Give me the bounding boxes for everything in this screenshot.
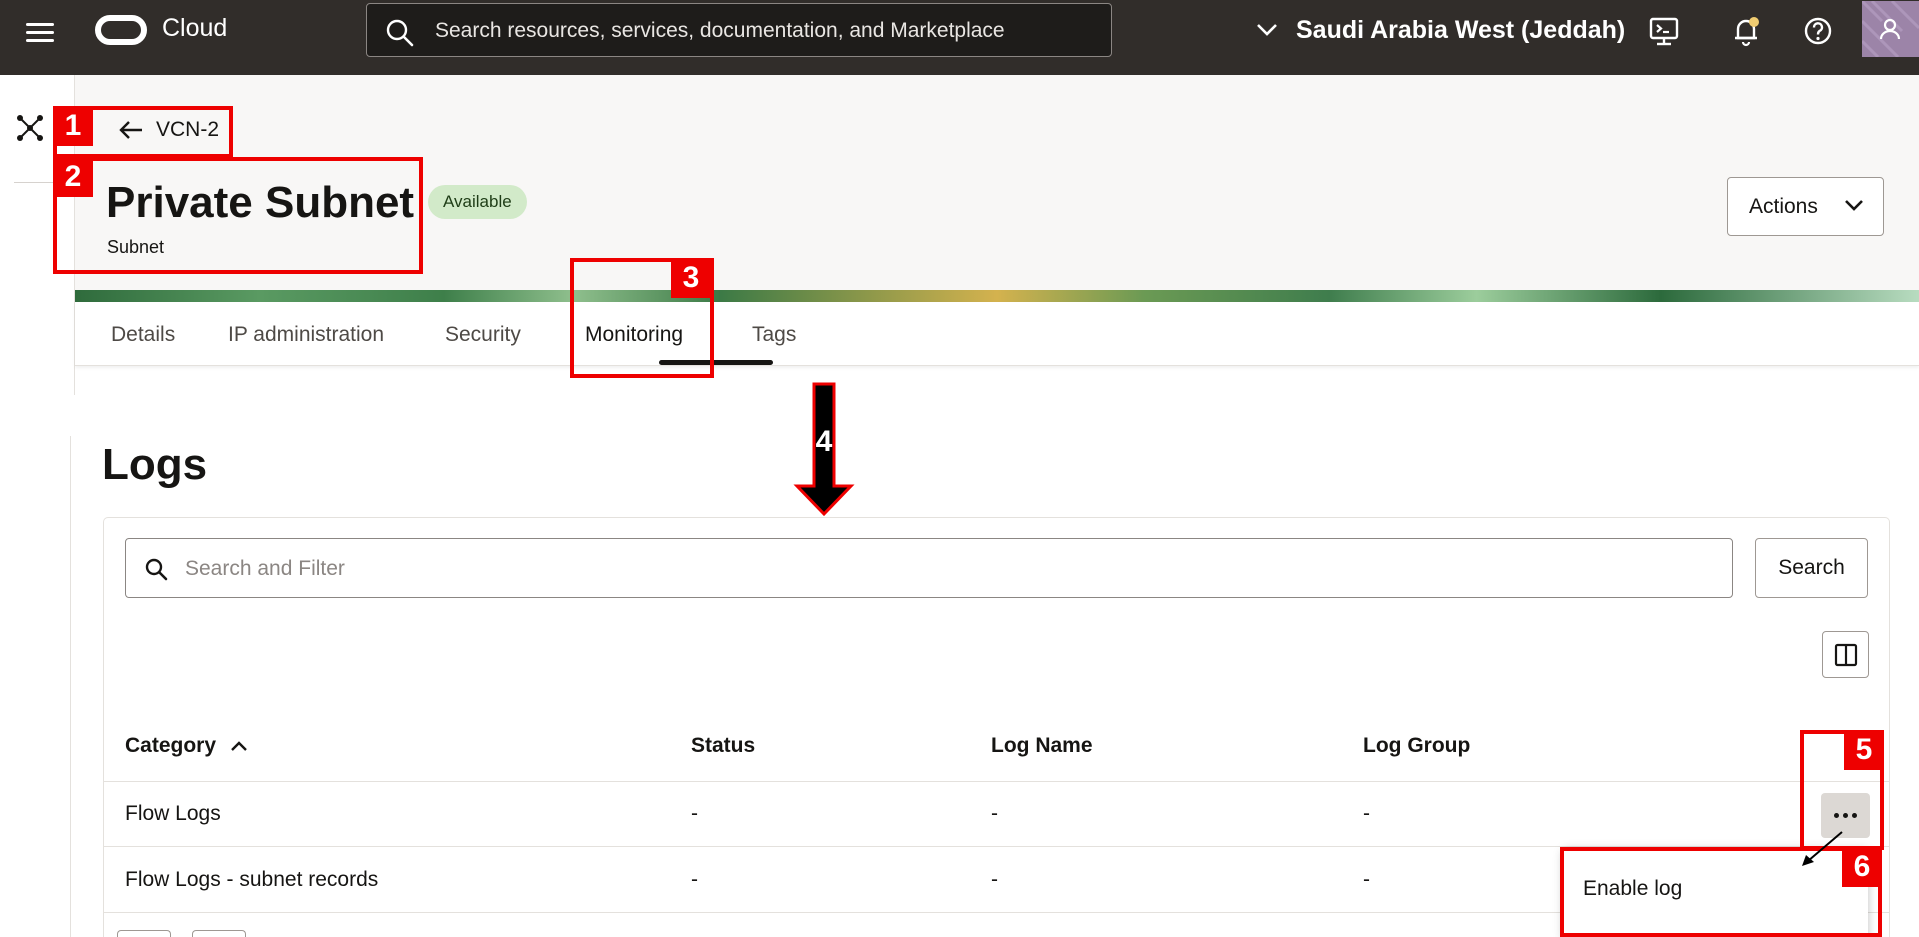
global-search-placeholder: Search resources, services, documentatio… xyxy=(435,19,1005,42)
tab-bar: Details IP administration Security Monit… xyxy=(75,302,1919,366)
top-bar: Cloud Search resources, services, docume… xyxy=(0,0,1919,75)
cloud-shell-icon[interactable] xyxy=(1646,13,1682,49)
sort-ascending-icon xyxy=(231,741,247,752)
cell-log-group: - xyxy=(1363,868,1370,891)
brand-name: Cloud xyxy=(162,14,228,42)
callout-number-5: 5 xyxy=(1844,730,1884,770)
global-search-input[interactable]: Search resources, services, documentatio… xyxy=(366,3,1112,57)
cell-category: Flow Logs - subnet records xyxy=(125,868,379,891)
user-avatar[interactable] xyxy=(1862,1,1919,57)
tab-tags[interactable]: Tags xyxy=(752,323,796,347)
columns-icon xyxy=(1834,643,1857,666)
logs-filter-input[interactable]: Search and Filter xyxy=(125,538,1733,598)
row-divider xyxy=(104,781,1889,782)
status-badge: Available xyxy=(428,185,527,219)
actions-button[interactable]: Actions xyxy=(1727,177,1884,236)
pagination-button[interactable] xyxy=(117,930,171,937)
cell-log-name: - xyxy=(991,802,998,825)
tab-ip-administration[interactable]: IP administration xyxy=(228,323,384,347)
cell-log-name: - xyxy=(991,868,998,891)
column-header-log-name[interactable]: Log Name xyxy=(991,734,1093,758)
column-header-log-group[interactable]: Log Group xyxy=(1363,734,1470,758)
region-label: Saudi Arabia West (Jeddah) xyxy=(1296,15,1626,44)
bell-icon[interactable] xyxy=(1728,13,1764,49)
tab-security[interactable]: Security xyxy=(445,323,521,347)
pointer-arrow-icon xyxy=(1802,831,1843,866)
network-icon[interactable] xyxy=(15,113,45,148)
logs-heading: Logs xyxy=(102,440,208,489)
cell-status: - xyxy=(691,868,698,891)
cell-category: Flow Logs xyxy=(125,802,221,825)
content-divider xyxy=(70,436,71,937)
notification-dot xyxy=(1749,17,1759,27)
callout-box-2 xyxy=(53,157,423,274)
actions-button-label: Actions xyxy=(1749,194,1818,218)
help-icon[interactable] xyxy=(1800,13,1836,49)
column-header-category[interactable]: Category xyxy=(125,734,248,758)
chevron-down-icon xyxy=(1845,200,1863,211)
column-settings-button[interactable] xyxy=(1822,631,1869,678)
callout-number-1: 1 xyxy=(53,106,93,146)
logs-filter-placeholder: Search and Filter xyxy=(185,557,345,580)
tab-details[interactable]: Details xyxy=(111,323,175,347)
header-banner xyxy=(75,290,1919,302)
region-selector[interactable]: Saudi Arabia West (Jeddah) xyxy=(1256,12,1625,48)
cell-log-group: - xyxy=(1363,802,1370,825)
callout-number-4: 4 xyxy=(815,425,833,458)
column-header-status[interactable]: Status xyxy=(691,734,755,758)
pagination-button[interactable] xyxy=(192,930,246,937)
search-button[interactable]: Search xyxy=(1755,538,1868,598)
user-icon xyxy=(1862,1,1919,57)
callout-number-3: 3 xyxy=(671,258,711,298)
oracle-logo[interactable] xyxy=(95,15,147,45)
chevron-down-icon xyxy=(1257,24,1277,36)
menu-icon[interactable] xyxy=(26,20,56,44)
search-icon xyxy=(145,558,168,581)
cell-status: - xyxy=(691,802,698,825)
column-header-category-label: Category xyxy=(125,734,217,757)
callout-number-2: 2 xyxy=(53,157,93,197)
search-icon xyxy=(386,19,414,47)
